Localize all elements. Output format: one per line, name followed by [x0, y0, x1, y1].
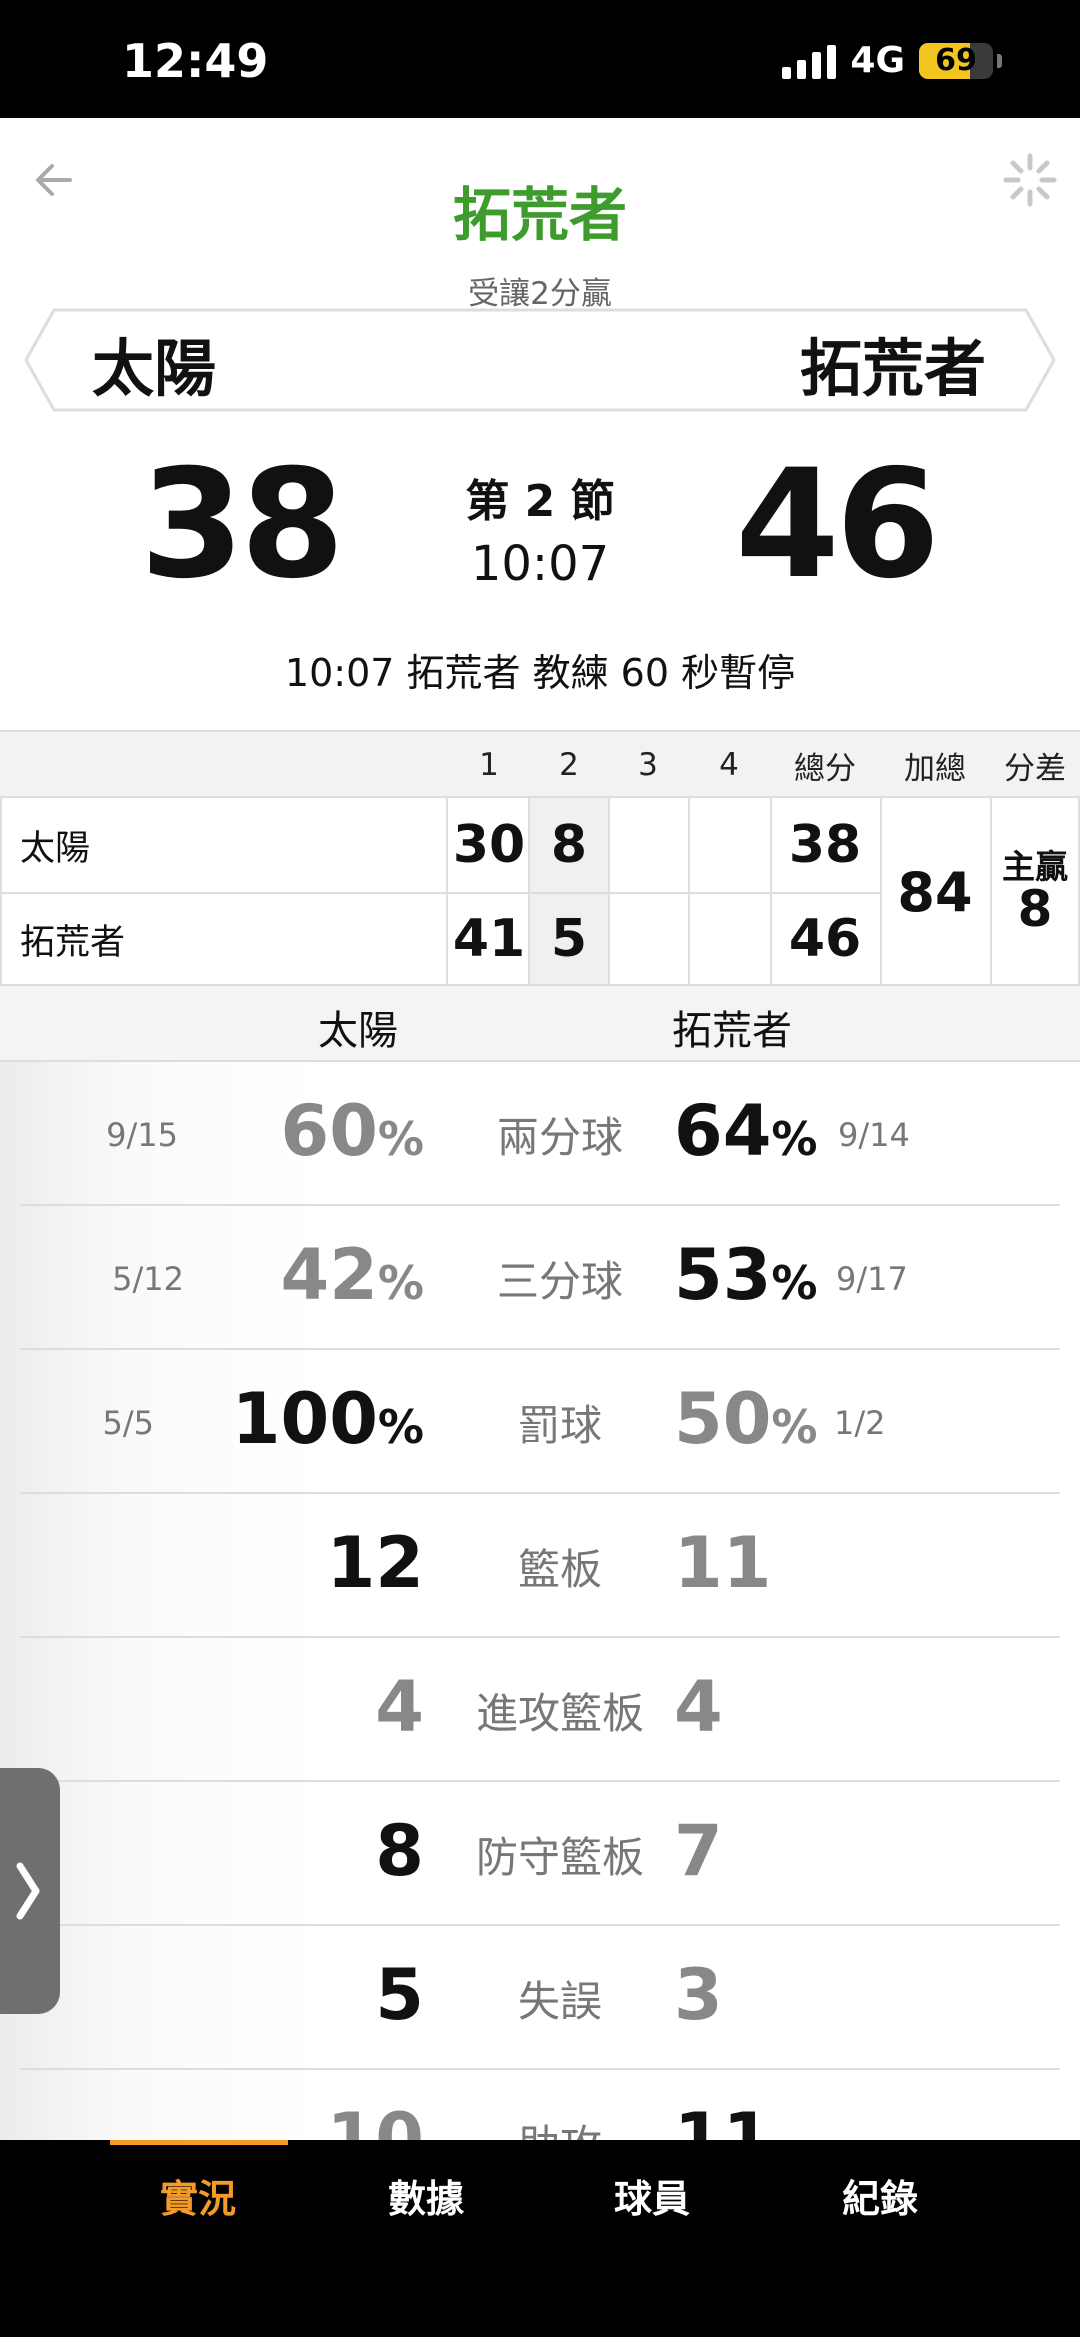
stat-label: 罰球: [517, 1401, 602, 1450]
network-label: 4G: [850, 40, 905, 81]
handicap-result: 受讓2分贏: [468, 276, 612, 312]
stat-right-value: 4: [674, 1666, 723, 1748]
box-cell: 30: [452, 815, 526, 875]
tab-players[interactable]: 球員: [552, 2168, 752, 2223]
stat-row-two-pointers: 9/15 60% 兩分球 64% 9/14: [20, 1062, 1060, 1206]
stat-left-fraction: 9/15: [106, 1116, 178, 1154]
stat-right-fraction: 1/2: [834, 1404, 886, 1442]
box-total: 46: [788, 909, 862, 969]
stat-right-fraction: 9/14: [838, 1116, 910, 1154]
stat-left-value: 42%: [280, 1234, 424, 1316]
signal-icon: [782, 43, 837, 79]
team-left-name: 太陽: [92, 332, 217, 405]
stat-label: 籃板: [517, 1545, 602, 1594]
stat-right-value: 11: [674, 1522, 772, 1604]
stat-row-turnovers: 5 失誤 3: [20, 1926, 1060, 2070]
header-q1: 1: [479, 747, 499, 783]
stat-right-value: 3: [674, 1954, 723, 2036]
stat-label: 助攻: [440, 2112, 680, 2140]
stat-row-rebounds: 12 籃板 11: [20, 1494, 1060, 1638]
header-q2: 2: [559, 747, 579, 783]
box-cell: [688, 892, 770, 986]
box-sum: 84: [897, 860, 973, 924]
stat-left-value: 5: [375, 1954, 424, 2036]
stats-team-right: 拓荒者: [672, 1008, 792, 1054]
header-sum: 加總: [904, 750, 966, 787]
stat-row-defensive-rebounds: 8 防守籃板 7: [20, 1782, 1060, 1926]
stat-row-offensive-rebounds: 4 進攻籃板 4: [20, 1638, 1060, 1782]
stats-list[interactable]: 9/15 60% 兩分球 64% 9/14 5/12 42% 三分球 53% 9…: [0, 1062, 1080, 2140]
bottom-tab-bar: 實況 數據 球員 紀錄: [0, 2140, 1080, 2337]
score-right: 46: [735, 438, 940, 612]
stat-right-value: 53%: [674, 1234, 818, 1316]
stat-left-fraction: 5/5: [102, 1404, 155, 1442]
stat-label: 進攻籃板: [475, 1689, 644, 1738]
status-bar: 12:49 4G 69: [0, 0, 1080, 118]
box-total: 38: [788, 815, 862, 875]
stat-right-fraction: 9/17: [836, 1260, 908, 1298]
stat-row-free-throws: 5/5 100% 罰球 50% 1/2: [20, 1350, 1060, 1494]
stats-team-left: 太陽: [318, 1008, 398, 1054]
box-cell: 8: [550, 815, 588, 875]
header-total: 總分: [794, 750, 856, 787]
battery-level: 69: [935, 42, 977, 78]
box-diff-value: 8: [1017, 880, 1053, 938]
stat-left-value: 10: [326, 2098, 424, 2140]
stat-left-fraction: 5/12: [112, 1260, 184, 1298]
tab-stats[interactable]: 數據: [326, 2168, 526, 2223]
box-row-team: 拓荒者: [20, 922, 126, 963]
stat-right-value: 7: [674, 1810, 723, 1892]
stat-left-value: 8: [375, 1810, 424, 1892]
header-q3: 3: [638, 747, 658, 783]
stat-left-value: 100%: [231, 1378, 424, 1460]
header-q4: 4: [719, 747, 739, 783]
stat-label: 失誤: [517, 1977, 602, 2026]
stat-left-value: 12: [326, 1522, 424, 1604]
stats-team-header: 太陽 拓荒者: [0, 984, 1080, 1062]
stat-right-value: 50%: [674, 1378, 818, 1460]
chevron-right-icon: [16, 1862, 40, 1920]
team-right-name: 拓荒者: [799, 332, 986, 405]
stat-right-value: 64%: [674, 1090, 818, 1172]
box-cell: 41: [452, 909, 526, 969]
box-score-table: 1 2 3 4 總分 加總 分差 太陽 30 8 38 拓荒者 41 5 46 …: [0, 730, 1080, 986]
stat-row-assists: 10 助攻 11: [20, 2070, 1060, 2140]
box-cell: [688, 798, 770, 892]
box-cell: 5: [550, 909, 588, 969]
box-row-team: 太陽: [20, 828, 91, 869]
status-indicators: 4G 69: [782, 40, 1002, 81]
side-drawer-handle[interactable]: [0, 1768, 60, 2014]
box-cell: [608, 798, 688, 892]
stat-label: 防守籃板: [475, 1833, 644, 1882]
stat-left-value: 60%: [280, 1090, 424, 1172]
box-cell: [608, 892, 688, 986]
stat-right-value: 11: [674, 2098, 772, 2140]
stat-left-value: 4: [375, 1666, 424, 1748]
battery-icon: 69: [919, 42, 993, 79]
active-tab-indicator: [110, 2140, 288, 2145]
header-diff: 分差: [1004, 750, 1066, 787]
status-time: 12:49: [122, 34, 269, 88]
stat-label: 兩分球: [496, 1113, 623, 1162]
tab-records[interactable]: 紀錄: [780, 2168, 980, 2223]
stat-row-three-pointers: 5/12 42% 三分球 53% 9/17: [20, 1206, 1060, 1350]
stat-label: 三分球: [496, 1257, 623, 1306]
last-play: 10:07 拓荒者 教練 60 秒暫停: [284, 651, 796, 695]
tab-live[interactable]: 實況: [98, 2168, 298, 2223]
page-title: 拓荒者: [452, 181, 627, 249]
